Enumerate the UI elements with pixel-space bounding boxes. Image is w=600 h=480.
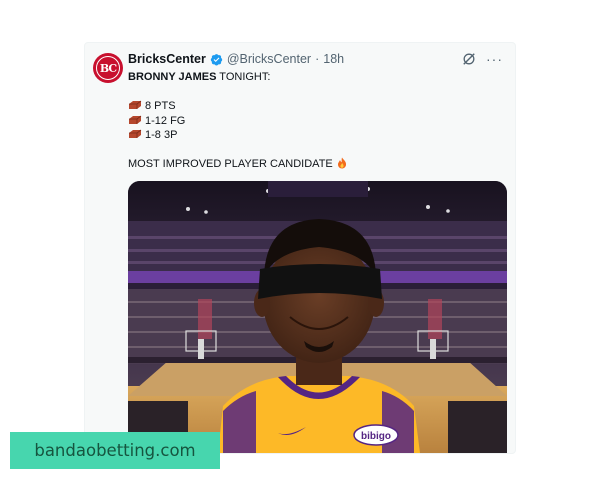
avatar[interactable]: BC	[93, 53, 123, 83]
headline-rest: TONIGHT:	[216, 71, 271, 83]
headline-bold: BRONNY JAMES	[128, 71, 217, 83]
tweet-card[interactable]: BC BricksCenter @BricksCenter · 18h ··· …	[84, 42, 516, 454]
grok-icon[interactable]	[462, 52, 476, 66]
stat-text: 1-12 FG	[145, 114, 186, 127]
fire-icon	[337, 157, 346, 169]
arena-meme-photo: bibigo	[128, 181, 507, 453]
brick-icon	[129, 115, 142, 124]
tweet-actions-top: ···	[462, 52, 503, 66]
brick-icon	[129, 129, 142, 138]
closing-text: MOST IMPROVED PLAYER CANDIDATE	[128, 158, 333, 170]
stat-line: 1-12 FG	[128, 114, 348, 129]
stat-line: 8 PTS	[128, 99, 348, 114]
stat-text: 1-8 3P	[145, 129, 178, 141]
tweet-media-image[interactable]: bibigo	[128, 181, 507, 453]
avatar-ring	[96, 56, 120, 80]
jersey-sponsor-text: bibigo	[361, 431, 391, 442]
watermark-banner: bandaobetting.com	[10, 432, 220, 469]
verified-badge-icon	[210, 53, 223, 66]
more-options-icon[interactable]: ···	[486, 52, 503, 66]
timestamp[interactable]: 18h	[323, 52, 344, 66]
stat-line: 1-8 3P	[128, 128, 348, 143]
watermark-text: bandaobetting.com	[34, 441, 196, 460]
headline: BRONNY JAMES TONIGHT:	[128, 70, 348, 85]
handle[interactable]: @BricksCenter	[227, 52, 311, 66]
closing-line: MOST IMPROVED PLAYER CANDIDATE	[128, 157, 348, 172]
display-name[interactable]: BricksCenter	[128, 52, 206, 66]
tweet-header: BricksCenter @BricksCenter · 18h	[128, 52, 344, 66]
brick-icon	[129, 100, 142, 109]
stat-text: 8 PTS	[145, 100, 176, 112]
tweet-text: BRONNY JAMES TONIGHT: 8 PTS 1-12 FG 1-8 …	[128, 70, 348, 172]
separator-dot: ·	[315, 52, 320, 66]
